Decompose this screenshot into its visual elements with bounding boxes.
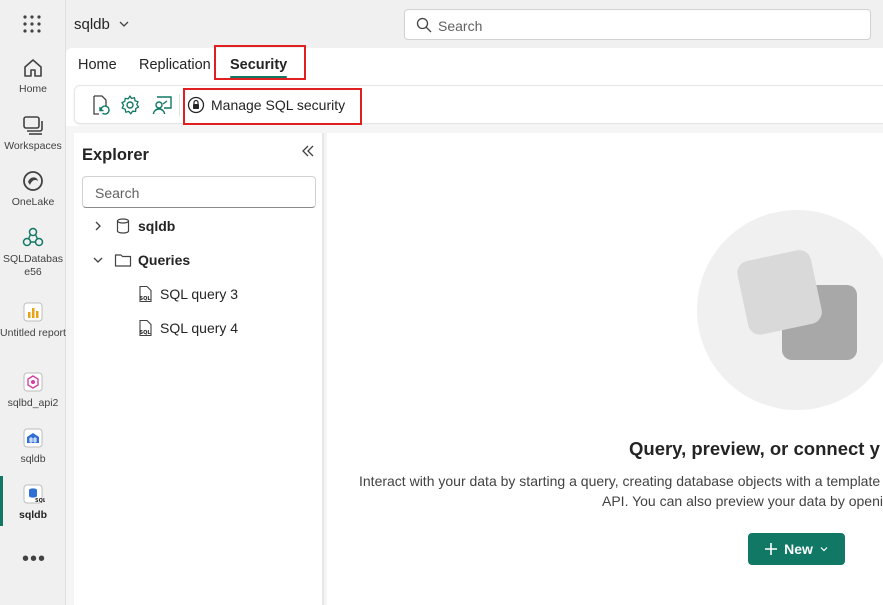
share-presentation-icon[interactable] — [151, 94, 173, 116]
rail-item-workspaces[interactable]: Workspaces — [0, 113, 66, 153]
chevron-down-icon[interactable] — [118, 18, 130, 30]
rail-label: sqldb — [20, 453, 46, 465]
database-cylinder-icon — [116, 218, 130, 234]
rail-item-sqlbd-api2[interactable]: sqlbd_api2 — [0, 370, 66, 410]
workspaces-icon — [23, 116, 43, 135]
query-editor-empty-state: Query, preview, or connect y Interact wi… — [327, 133, 883, 605]
graphql-api-icon — [23, 372, 43, 392]
folder-icon — [114, 254, 132, 267]
explorer-pane: Explorer Search sqldb Queries SQL SQL qu… — [74, 133, 324, 605]
rail-item-onelake[interactable]: OneLake — [0, 169, 66, 209]
settings-gear-icon[interactable] — [119, 94, 141, 116]
svg-text:SQL: SQL — [35, 498, 45, 504]
tree-item-label: sqldb — [138, 218, 176, 234]
onelake-icon — [23, 171, 43, 191]
tree-item-label: Queries — [138, 252, 191, 268]
sql-file-icon: SQL — [139, 285, 152, 303]
ribbon-separator — [179, 94, 180, 116]
home-icon — [24, 59, 42, 77]
rail-label: Workspaces — [4, 140, 62, 152]
manage-security-highlight-box — [183, 88, 362, 125]
workspace-name[interactable]: sqldb — [74, 16, 110, 33]
rail-label: sqldb — [19, 509, 47, 521]
tree-item-label: SQL query 4 — [160, 320, 239, 336]
sql-database-icon — [22, 227, 44, 247]
search-placeholder: Search — [438, 18, 483, 34]
explorer-search-input[interactable]: Search — [82, 176, 316, 208]
chevron-down-icon[interactable] — [92, 254, 104, 266]
empty-state-desc-line2: API. You can also preview your data by o… — [602, 493, 883, 509]
more-options-icon[interactable]: ••• — [22, 548, 46, 571]
explorer-search-placeholder: Search — [95, 185, 140, 201]
search-icon — [416, 17, 432, 33]
rail-item-sqldb[interactable]: sqldb — [0, 426, 66, 466]
tree-item-query[interactable]: SQL SQL query 4 — [136, 317, 238, 339]
chevron-down-icon — [820, 547, 828, 552]
top-bar: sqldb Search — [66, 0, 883, 48]
rail-label: sqlbd_api2 — [7, 397, 59, 409]
tab-highlight-box — [214, 45, 306, 80]
rail-label: Untitled report — [0, 327, 66, 339]
refresh-document-icon[interactable] — [89, 94, 111, 116]
rail-item-sqldb-active[interactable]: SQL sqldb — [0, 476, 66, 526]
ribbon-tabs: Home Replication Security — [66, 48, 883, 83]
rail-label: SQLDatabas e56 — [2, 253, 64, 278]
chevron-right-icon[interactable] — [92, 220, 104, 232]
rail-item-untitled-report[interactable]: Untitled report — [0, 300, 66, 340]
workspace-area: Home Replication Security Manage SQL sec… — [66, 45, 883, 605]
left-rail: Home Workspaces OneLake SQLDatabas e56 U… — [0, 0, 66, 605]
empty-state-desc-line1: Interact with your data by starting a qu… — [359, 473, 881, 489]
rail-item-sqldatabase-e56[interactable]: SQLDatabas e56 — [0, 226, 66, 279]
tab-home[interactable]: Home — [78, 57, 117, 73]
rail-item-home[interactable]: Home — [0, 56, 66, 96]
tree-item-database[interactable]: sqldb — [92, 215, 175, 237]
sql-file-icon: SQL — [139, 319, 152, 337]
tree-item-query[interactable]: SQL SQL query 3 — [136, 283, 238, 305]
new-button[interactable]: New — [748, 533, 845, 565]
new-button-label: New — [784, 541, 813, 557]
sql-database-file-icon: SQL — [23, 484, 45, 504]
global-search-input[interactable]: Search — [404, 9, 871, 40]
plus-icon — [765, 543, 778, 555]
tab-replication[interactable]: Replication — [139, 57, 211, 73]
empty-state-illustration — [697, 210, 883, 410]
report-icon — [23, 302, 43, 322]
explorer-title: Explorer — [82, 146, 149, 164]
tree-item-label: SQL query 3 — [160, 286, 239, 302]
database-icon — [23, 428, 43, 448]
rail-label: OneLake — [11, 196, 55, 208]
rail-label: Home — [18, 83, 47, 95]
svg-text:SQL: SQL — [140, 330, 152, 336]
svg-text:SQL: SQL — [140, 296, 152, 302]
tree-item-queries-folder[interactable]: Queries — [92, 249, 190, 271]
empty-state-title: Query, preview, or connect y — [629, 438, 880, 459]
collapse-pane-icon[interactable] — [300, 143, 316, 159]
app-launcher-icon[interactable] — [22, 14, 42, 34]
